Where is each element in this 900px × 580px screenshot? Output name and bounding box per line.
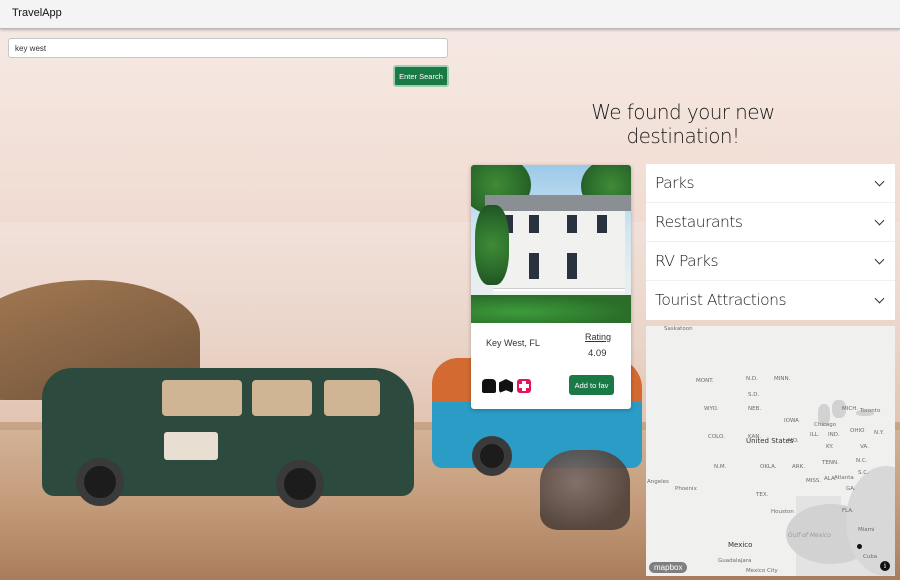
bus-icon [482, 379, 496, 393]
map-label: MONT. [696, 378, 714, 384]
destination-city: Key West, FL [486, 338, 540, 348]
search-input[interactable] [8, 38, 448, 58]
first-aid-icon [517, 379, 531, 393]
map-label: Angeles [647, 479, 669, 485]
chevron-down-icon [874, 176, 885, 187]
accordion-label: Restaurants [655, 213, 743, 231]
map-label: TENN. [822, 460, 839, 466]
destination-card: Key West, FL Rating 4.09 Add to fav [471, 165, 631, 409]
rating-label: Rating [585, 332, 612, 342]
map-label: MICH. [842, 406, 858, 412]
map-label: Atlanta [834, 475, 854, 481]
app-brand[interactable]: TravelApp [12, 7, 62, 19]
category-accordion: Parks Restaurants RV Parks Tourist Attra… [646, 164, 895, 320]
accordion-item-tourist-attractions[interactable]: Tourist Attractions [646, 281, 895, 320]
map-label: WYO. [704, 406, 719, 412]
map-label: OHIO [850, 428, 865, 434]
group-of-people [540, 450, 630, 530]
map-label: ILL. [810, 432, 820, 438]
map-label: Saskatoon [664, 326, 693, 332]
map-label: N.M. [714, 464, 727, 470]
map-label: IND. [828, 432, 840, 438]
enter-search-button[interactable]: Enter Search [393, 65, 449, 87]
map-label: Chicago [814, 422, 837, 428]
map-label: Phoenix [675, 486, 697, 492]
key-west-marker[interactable] [857, 544, 862, 549]
map-label: Mexico City [746, 568, 778, 574]
map-label: NEB. [748, 406, 762, 412]
chevron-down-icon [874, 215, 885, 226]
map-label: GA. [846, 486, 856, 492]
map-label: OKLA. [760, 464, 777, 470]
map-label-country: Mexico [728, 541, 753, 549]
mapbox-logo[interactable]: mapbox [649, 562, 688, 573]
chevron-down-icon [874, 293, 885, 304]
map-label: N.D. [746, 376, 758, 382]
map-label: Cuba [863, 554, 878, 560]
info-icon[interactable]: i [880, 561, 890, 571]
add-to-fav-button[interactable]: Add to fav [569, 375, 614, 395]
accordion-label: RV Parks [655, 252, 719, 270]
map-label: KY. [826, 444, 834, 450]
map-label: MINN. [774, 376, 791, 382]
map-label: Toronto [860, 408, 881, 414]
map-label: IOWA [784, 418, 799, 424]
map-label-country: United States [746, 437, 794, 445]
map-label: ARK. [792, 464, 805, 470]
map-label: COLO. [708, 434, 725, 440]
accordion-item-restaurants[interactable]: Restaurants [646, 203, 895, 242]
map-label: MISS. [806, 478, 822, 484]
map-label: S.D. [748, 392, 760, 398]
map-label: VA. [860, 444, 869, 450]
map-label: N.C. [856, 458, 868, 464]
accordion-label: Tourist Attractions [655, 291, 787, 309]
map-label: Guadalajara [718, 558, 752, 564]
chevron-down-icon [874, 254, 885, 265]
map-label-water: Gulf of Mexico [788, 532, 831, 539]
map-label: S.C. [858, 470, 869, 476]
top-navbar: TravelApp [0, 0, 900, 29]
accordion-label: Parks [655, 174, 695, 192]
accordion-item-parks[interactable]: Parks [646, 164, 895, 203]
book-icon [499, 379, 513, 393]
result-headline: We found your new destination! [591, 100, 775, 148]
green-van [42, 368, 414, 508]
destination-photo [471, 165, 631, 323]
map-label: TEX. [756, 492, 769, 498]
map-label: FLA. [842, 508, 854, 514]
map-label: N.Y. [874, 430, 884, 436]
map-label: Miami [858, 527, 875, 533]
accordion-item-rv-parks[interactable]: RV Parks [646, 242, 895, 281]
map-label: Houston [771, 509, 794, 515]
map[interactable]: Saskatoon MONT. N.D. MINN. WYO. S.D. NEB… [646, 326, 895, 576]
rating-value: 4.09 [588, 348, 607, 359]
